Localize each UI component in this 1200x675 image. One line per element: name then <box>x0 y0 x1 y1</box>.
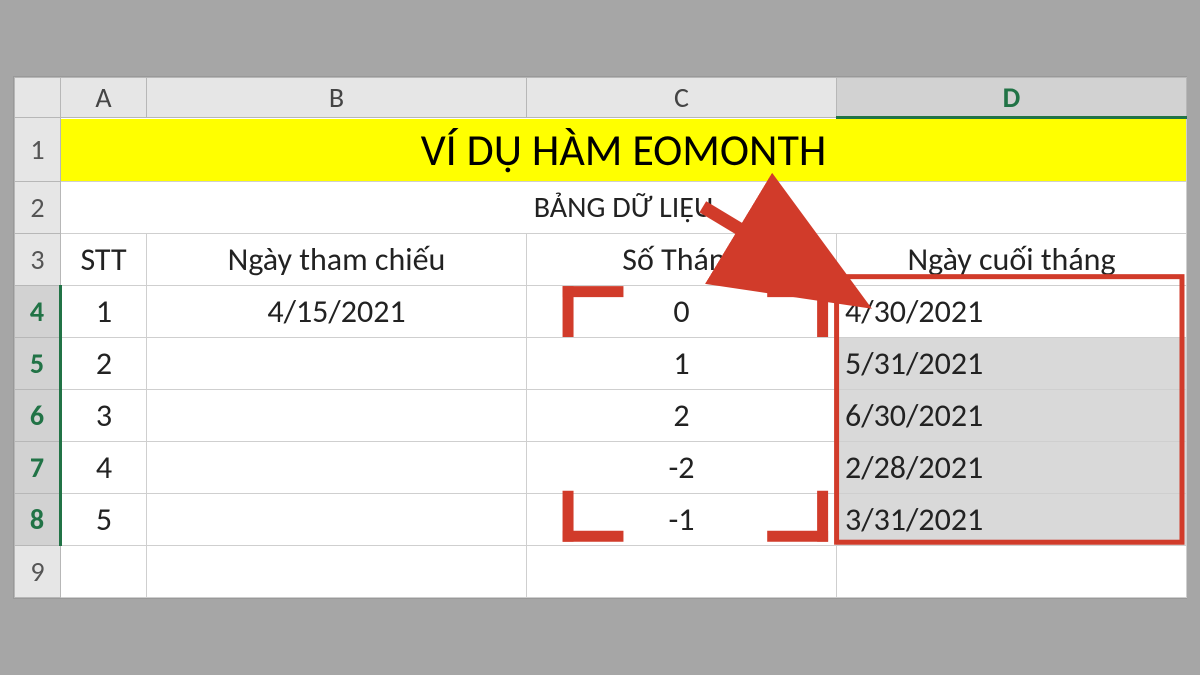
header-stt[interactable]: STT <box>61 234 147 286</box>
row-header-4[interactable]: 4 <box>15 286 61 338</box>
col-header-A[interactable]: A <box>61 78 147 118</box>
cell-A7[interactable]: 4 <box>61 442 147 494</box>
title-cell[interactable]: VÍ DỤ HÀM EOMONTH <box>61 118 1187 182</box>
row-header-3[interactable]: 3 <box>15 234 61 286</box>
cell-B6[interactable] <box>147 390 527 442</box>
row-6: 6 3 2 6/30/2021 <box>15 390 1187 442</box>
cell-B4[interactable]: 4/15/2021 <box>147 286 527 338</box>
cell-A9[interactable] <box>61 546 147 598</box>
row-1: 1 VÍ DỤ HÀM EOMONTH <box>15 118 1187 182</box>
cell-B9[interactable] <box>147 546 527 598</box>
grid[interactable]: A B C D 1 VÍ DỤ HÀM EOMONTH 2 BẢNG DỮ LI… <box>14 77 1187 598</box>
header-ref[interactable]: Ngày tham chiếu <box>147 234 527 286</box>
row-4: 4 1 4/15/2021 0 4/30/2021 <box>15 286 1187 338</box>
cell-C5[interactable]: 1 <box>527 338 837 390</box>
row-header-5[interactable]: 5 <box>15 338 61 390</box>
cell-D4[interactable]: 4/30/2021 <box>837 286 1187 338</box>
cell-D6[interactable]: 6/30/2021 <box>837 390 1187 442</box>
subtitle-cell[interactable]: BẢNG DỮ LIỆU <box>61 182 1187 234</box>
header-eom[interactable]: Ngày cuối tháng <box>837 234 1187 286</box>
cell-D7[interactable]: 2/28/2021 <box>837 442 1187 494</box>
cell-C9[interactable] <box>527 546 837 598</box>
cell-C4[interactable]: 0 <box>527 286 837 338</box>
row-2: 2 BẢNG DỮ LIỆU <box>15 182 1187 234</box>
cell-C8[interactable]: -1 <box>527 494 837 546</box>
cell-A5[interactable]: 2 <box>61 338 147 390</box>
cell-B8[interactable] <box>147 494 527 546</box>
col-header-B[interactable]: B <box>147 78 527 118</box>
row-header-7[interactable]: 7 <box>15 442 61 494</box>
select-all-corner[interactable] <box>15 78 61 118</box>
row-3: 3 STT Ngày tham chiếu Số Tháng Ngày cuối… <box>15 234 1187 286</box>
cell-D8[interactable]: 3/31/2021 <box>837 494 1187 546</box>
row-header-1[interactable]: 1 <box>15 118 61 182</box>
cell-C6[interactable]: 2 <box>527 390 837 442</box>
row-header-9[interactable]: 9 <box>15 546 61 598</box>
cell-D9[interactable] <box>837 546 1187 598</box>
col-header-C[interactable]: C <box>527 78 837 118</box>
cell-A6[interactable]: 3 <box>61 390 147 442</box>
col-header-D[interactable]: D <box>837 78 1187 118</box>
cell-B7[interactable] <box>147 442 527 494</box>
column-header-row: A B C D <box>15 78 1187 118</box>
cell-C7[interactable]: -2 <box>527 442 837 494</box>
cell-B5[interactable] <box>147 338 527 390</box>
cell-A4[interactable]: 1 <box>61 286 147 338</box>
row-header-2[interactable]: 2 <box>15 182 61 234</box>
row-7: 7 4 -2 2/28/2021 <box>15 442 1187 494</box>
row-9: 9 <box>15 546 1187 598</box>
row-5: 5 2 1 5/31/2021 <box>15 338 1187 390</box>
row-header-8[interactable]: 8 <box>15 494 61 546</box>
spreadsheet: A B C D 1 VÍ DỤ HÀM EOMONTH 2 BẢNG DỮ LI… <box>13 76 1187 599</box>
cell-A8[interactable]: 5 <box>61 494 147 546</box>
header-months[interactable]: Số Tháng <box>527 234 837 286</box>
row-8: 8 5 -1 3/31/2021 <box>15 494 1187 546</box>
row-header-6[interactable]: 6 <box>15 390 61 442</box>
cell-D5[interactable]: 5/31/2021 <box>837 338 1187 390</box>
